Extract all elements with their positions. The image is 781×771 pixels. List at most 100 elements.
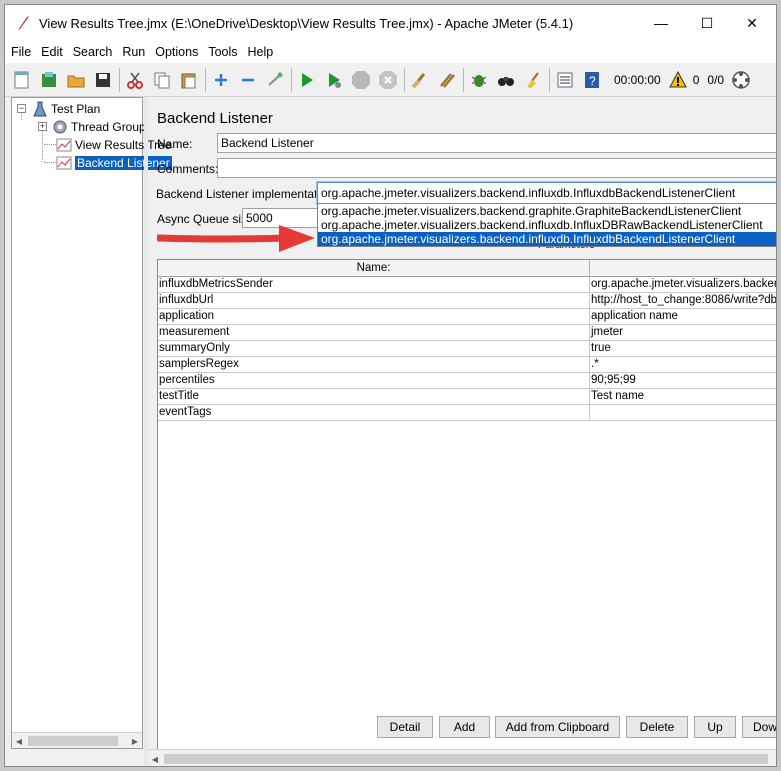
save-icon[interactable] (92, 69, 114, 91)
param-name-cell[interactable]: influxdbUrl (158, 293, 590, 309)
param-name-cell[interactable]: percentiles (158, 373, 590, 389)
panel-horizontal-scrollbar[interactable]: ◀ (148, 749, 776, 766)
dropdown-option-graphite[interactable]: org.apache.jmeter.visualizers.backend.gr… (318, 204, 776, 218)
tree-expand-toggle[interactable]: + (38, 122, 47, 131)
clear-all-icon[interactable] (436, 69, 458, 91)
open-folder-icon[interactable] (65, 69, 87, 91)
table-header: Name: (158, 260, 776, 277)
shutdown-icon[interactable] (377, 69, 399, 91)
start-icon[interactable] (296, 69, 318, 91)
maximize-button[interactable]: ☐ (684, 5, 730, 41)
backend-listener-panel: Backend Listener Name: Backend Listener … (148, 97, 776, 766)
param-name-cell[interactable]: measurement (158, 325, 590, 341)
param-name-cell[interactable]: influxdbMetricsSender (158, 277, 590, 293)
tree-item-thread-group[interactable]: Thread Group (52, 118, 146, 135)
param-name-cell[interactable]: application (158, 309, 590, 325)
scroll-right-icon[interactable]: ▶ (128, 733, 142, 749)
param-value-cell[interactable]: org.apache.jmeter.visualizers.backend.in… (590, 277, 776, 293)
tree-item-test-plan[interactable]: Test Plan (32, 100, 100, 117)
toolbar-separator (463, 67, 464, 92)
menu-edit[interactable]: Edit (41, 45, 63, 59)
table-row[interactable]: application application name (158, 309, 776, 325)
expand-plus-icon[interactable] (210, 69, 232, 91)
scroll-left-icon[interactable]: ◀ (12, 733, 26, 749)
copy-icon[interactable] (151, 69, 173, 91)
comments-field[interactable] (217, 158, 776, 178)
menu-tools[interactable]: Tools (208, 45, 237, 59)
table-row[interactable]: summaryOnly true (158, 341, 776, 357)
param-value-cell[interactable]: true (590, 341, 776, 357)
param-value-cell[interactable]: 90;95;99 (590, 373, 776, 389)
search-binoculars-icon[interactable] (495, 69, 517, 91)
param-name-cell[interactable]: summaryOnly (158, 341, 590, 357)
down-button[interactable]: Down (742, 716, 776, 738)
param-value-cell[interactable] (590, 405, 776, 421)
toolbar: ? 00:00:00 0 0/0 (5, 63, 776, 97)
menu-file[interactable]: File (11, 45, 31, 59)
param-value-cell[interactable]: .* (590, 357, 776, 373)
clear-icon[interactable] (409, 69, 431, 91)
param-name-cell[interactable]: testTitle (158, 389, 590, 405)
menu-help[interactable]: Help (248, 45, 274, 59)
param-value-cell[interactable]: http://host_to_change:8086/write?db=jmet… (590, 293, 776, 309)
toolbar-separator (205, 67, 206, 92)
toolbar-separator (291, 67, 292, 92)
flask-icon (32, 101, 48, 117)
param-name-cell[interactable]: samplersRegex (158, 357, 590, 373)
scrollbar-thumb[interactable] (164, 754, 768, 764)
dropdown-option-influxdb[interactable]: org.apache.jmeter.visualizers.backend.in… (318, 232, 776, 246)
tree-horizontal-scrollbar[interactable]: ◀ ▶ (12, 732, 142, 748)
param-value-cell[interactable]: Test name (590, 389, 776, 405)
dropdown-option-influxdb-raw[interactable]: org.apache.jmeter.visualizers.backend.in… (318, 218, 776, 232)
minimize-button[interactable]: — (638, 5, 684, 41)
templates-icon[interactable] (38, 69, 60, 91)
panel-title: Backend Listener (157, 110, 273, 127)
svg-text:?: ? (589, 74, 596, 88)
menu-options[interactable]: Options (155, 45, 198, 59)
detail-button[interactable]: Detail (377, 716, 433, 738)
toggle-icon[interactable] (264, 69, 286, 91)
jmeter-feather-icon (18, 16, 29, 30)
stop-icon[interactable] (350, 69, 372, 91)
remote-engines-icon[interactable] (730, 69, 752, 91)
new-icon[interactable] (11, 69, 33, 91)
scrollbar-thumb[interactable] (28, 736, 118, 746)
function-helper-bug-icon[interactable] (468, 69, 490, 91)
menu-bar: File Edit Search Run Options Tools Help (5, 41, 776, 63)
delete-button[interactable]: Delete (626, 716, 688, 738)
menu-run[interactable]: Run (122, 45, 145, 59)
column-header-name[interactable]: Name: (158, 260, 590, 277)
column-header-value[interactable] (590, 260, 776, 277)
table-row[interactable]: percentiles 90;95;99 (158, 373, 776, 389)
param-name-cell[interactable]: eventTags (158, 405, 590, 421)
name-field[interactable]: Backend Listener (217, 133, 776, 153)
active-threads: 0/0 (707, 72, 725, 87)
table-row[interactable]: influxdbMetricsSender org.apache.jmeter.v… (158, 277, 776, 293)
warning-icon[interactable] (667, 69, 689, 91)
log-viewer-icon[interactable] (554, 69, 576, 91)
tree-collapse-toggle[interactable]: − (17, 104, 26, 113)
jmeter-window: View Results Tree.jmx (E:\OneDrive\Deskt… (4, 4, 777, 767)
up-button[interactable]: Up (694, 716, 736, 738)
start-no-pauses-icon[interactable] (323, 69, 345, 91)
toolbar-separator (549, 67, 550, 92)
help-icon[interactable]: ? (581, 69, 603, 91)
collapse-minus-icon[interactable] (237, 69, 259, 91)
table-row[interactable]: samplersRegex .* (158, 357, 776, 373)
add-from-clipboard-button[interactable]: Add from Clipboard (495, 716, 620, 738)
param-value-cell[interactable]: application name (590, 309, 776, 325)
table-row[interactable]: measurement jmeter (158, 325, 776, 341)
table-row[interactable]: testTitle Test name (158, 389, 776, 405)
close-button[interactable]: ✕ (729, 5, 775, 41)
table-row[interactable]: eventTags (158, 405, 776, 421)
paste-icon[interactable] (178, 69, 200, 91)
menu-search[interactable]: Search (73, 45, 113, 59)
implementation-select[interactable]: org.apache.jmeter.visualizers.backend.in… (316, 181, 776, 205)
scroll-left-icon[interactable]: ◀ (148, 751, 162, 766)
warning-count: 0 (692, 72, 700, 87)
reset-search-broom-icon[interactable] (522, 69, 544, 91)
cut-icon[interactable] (124, 69, 146, 91)
table-row[interactable]: influxdbUrl http://host_to_change:8086/wr… (158, 293, 776, 309)
param-value-cell[interactable]: jmeter (590, 325, 776, 341)
add-button[interactable]: Add (439, 716, 490, 738)
